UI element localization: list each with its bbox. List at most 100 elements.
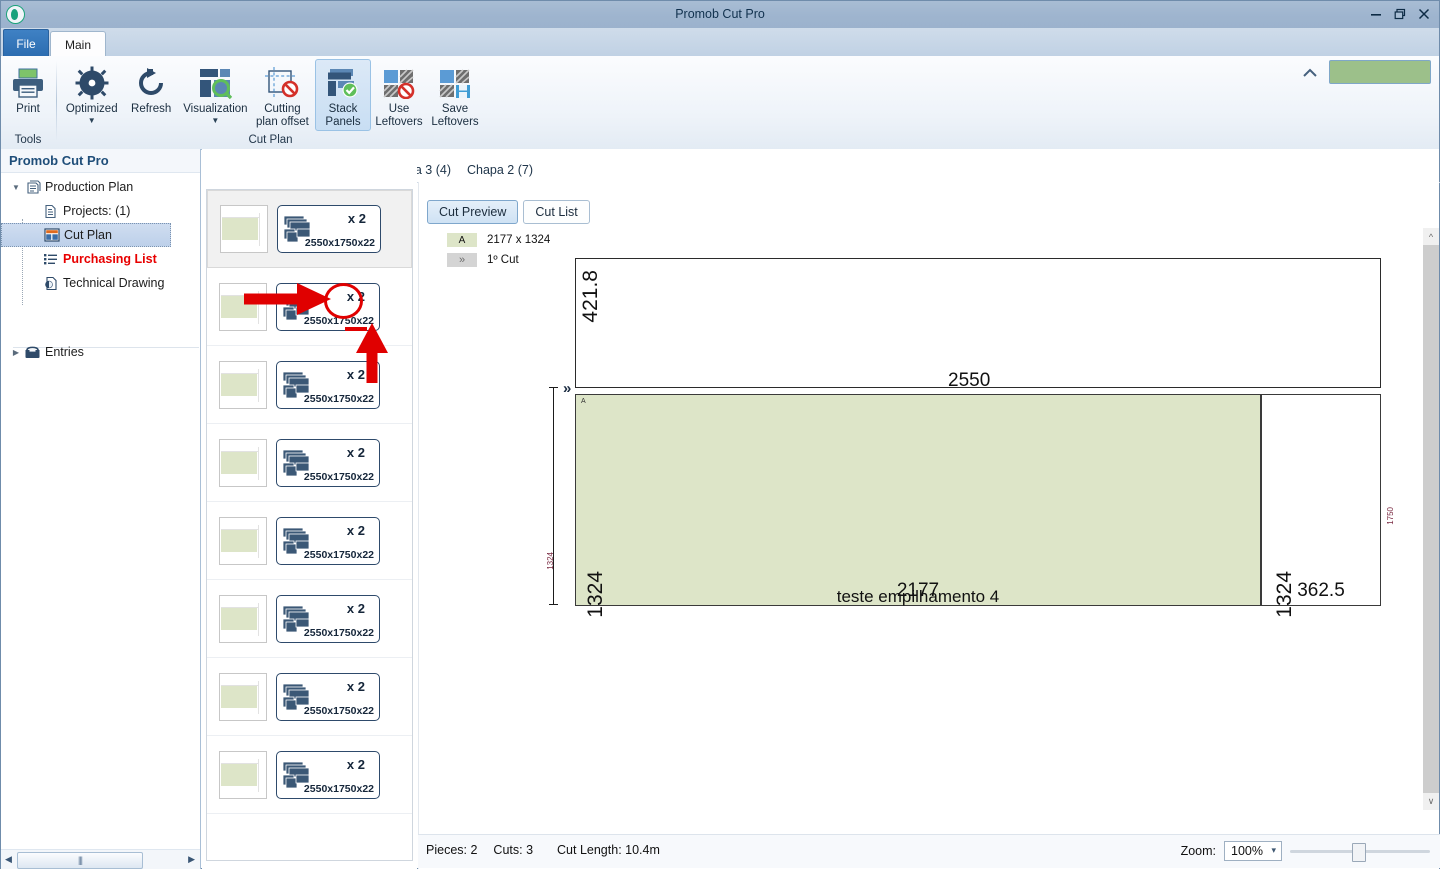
chevron-down-icon[interactable]: ▾ [1271, 845, 1276, 856]
panel-quantity: x 2 [346, 678, 365, 694]
chevron-down-icon[interactable]: ▼ [211, 116, 219, 125]
scroll-down-icon[interactable]: ∨ [1423, 793, 1439, 810]
list-item[interactable]: x 2 2550x1750x22 [207, 268, 412, 346]
sidebar-item-entries[interactable]: ▶ Entries [1, 340, 200, 364]
panel-dimensions: 2550x1750x22 [303, 626, 374, 639]
thumb-line [258, 602, 259, 636]
use-leftovers-button[interactable]: Use Leftovers [371, 59, 427, 129]
drawing-canvas[interactable]: 421.8 2550 1324 » A 1324 teste empilhame… [419, 182, 1419, 827]
panel-quantity: x 2 [346, 366, 365, 382]
panel-thumbnail [219, 282, 267, 331]
list-item[interactable]: x 2 2550x1750x22 [207, 190, 412, 268]
panel-card[interactable]: x 2 2550x1750x22 [276, 672, 380, 721]
list-item[interactable]: x 2 2550x1750x22 [207, 658, 412, 736]
close-icon[interactable] [1413, 4, 1435, 24]
sidebar-horizontal-scrollbar[interactable]: ◀ ▶ [1, 849, 200, 869]
panel-card[interactable]: x 2 2550x1750x22 [276, 750, 380, 799]
thumb-line [258, 524, 259, 558]
sidebar-item-production-plan[interactable]: ▼ Production Plan [1, 175, 200, 199]
zoom-value: 100% [1231, 844, 1263, 858]
sidebar-item-label: Cut Plan [64, 228, 112, 242]
visualization-icon [198, 63, 233, 103]
tab-chapa-2[interactable]: Chapa 2 (7) [452, 157, 548, 183]
status-pieces: Pieces: 2 [426, 843, 478, 857]
zoom-select[interactable]: 100% ▾ [1224, 841, 1282, 861]
refresh-button[interactable]: Refresh [121, 59, 180, 117]
status-bar: Pieces: 2 Cuts: 3 Cut Length: 10.4m Zoom… [418, 834, 1440, 868]
ribbon-group-cut-plan: Optimized ▼ Refresh Visualization ▼ Cutt… [58, 56, 483, 149]
list-item[interactable]: x 2 2550x1750x22 [207, 580, 412, 658]
expand-collapse-icon[interactable]: ▶ [9, 348, 23, 357]
sidebar-item-technical-drawing[interactable]: Technical Drawing [1, 271, 200, 295]
restore-icon[interactable] [1389, 4, 1411, 24]
panel-list[interactable]: x 2 2550x1750x22 x 2 2550x1750x22 x 2 25… [206, 189, 413, 861]
optimized-button[interactable]: Optimized ▼ [62, 59, 121, 126]
sidebar-item-cut-plan[interactable]: Cut Plan [1, 223, 171, 247]
visualization-button[interactable]: Visualization ▼ [181, 59, 250, 126]
panel-card[interactable]: x 2 2550x1750x22 [276, 516, 380, 565]
sidebar-tree: ▼ Production Plan Projects: (1) Cut Plan… [1, 175, 200, 364]
thumb-line [258, 368, 259, 402]
window-title: Promob Cut Pro [675, 7, 765, 21]
chevron-down-icon[interactable]: ▼ [88, 116, 96, 125]
panel-card[interactable]: x 2 2550x1750x22 [276, 438, 380, 487]
refresh-label: Refresh [131, 103, 172, 115]
panel-card[interactable]: x 2 2550x1750x22 [277, 205, 381, 253]
piece-width-dimension: 2177 [896, 580, 940, 601]
cutting-plan-offset-button[interactable]: Cutting plan offset [250, 59, 315, 129]
print-label: Print [16, 103, 40, 115]
ribbon-group-tools: Print Tools [1, 56, 55, 149]
panel-thumbnail [219, 750, 267, 799]
print-button[interactable]: Print [0, 59, 56, 117]
save-leftovers-button[interactable]: Save Leftovers [427, 59, 483, 129]
sidebar-item-purchasing-list[interactable]: Purchasing List [1, 247, 200, 271]
use-leftovers-label: Use Leftovers [375, 103, 423, 128]
ribbon-group-tools-label: Tools [14, 134, 42, 146]
dimension-top-offcut-height: 421.8 [579, 270, 602, 323]
piece-a[interactable]: A 1324 teste empilhamento 4 2177 [575, 394, 1261, 618]
minimize-icon[interactable] [1365, 4, 1387, 24]
slider-knob[interactable] [1352, 843, 1366, 862]
list-item[interactable]: x 2 2550x1750x22 [207, 346, 412, 424]
sidebar-item-label: Projects: (1) [63, 204, 131, 218]
scroll-left-icon[interactable]: ◀ [5, 854, 12, 865]
sidebar-item-label: Production Plan [45, 180, 134, 194]
panel-quantity: x 2 [347, 211, 366, 226]
zoom-slider[interactable] [1290, 842, 1430, 862]
panel-card[interactable]: x 2 2550x1750x22 [276, 360, 380, 409]
expand-collapse-icon[interactable]: ▼ [9, 183, 23, 192]
scrollbar-thumb[interactable] [1423, 245, 1439, 793]
panel-thumbnail [219, 438, 267, 487]
right-offcut[interactable]: 1324 362.5 [1261, 394, 1381, 618]
cut-plan-icon [42, 227, 61, 243]
cutting-plan-offset-label: Cutting plan offset [255, 103, 309, 128]
canvas-vertical-scrollbar[interactable]: ^ ∨ [1423, 228, 1439, 810]
title-bar: Promob Cut Pro [1, 1, 1439, 29]
panel-dimensions: 2550x1750x22 [303, 392, 374, 405]
stack-panels-button[interactable]: Stack Panels [315, 59, 371, 131]
thumb-piece [222, 218, 258, 240]
tab-file[interactable]: File [3, 29, 49, 57]
list-item[interactable]: x 2 2550x1750x22 [207, 736, 412, 814]
status-metrics: Pieces: 2 Cuts: 3 Cut Length: 10.4m [426, 843, 660, 857]
thumb-line [258, 290, 259, 324]
scroll-right-icon[interactable]: ▶ [188, 854, 195, 865]
tab-main[interactable]: Main [50, 31, 106, 57]
thumb-piece [221, 373, 257, 396]
list-item[interactable]: x 2 2550x1750x22 [207, 502, 412, 580]
thumb-line [259, 213, 260, 246]
save-leftovers-icon [438, 63, 472, 103]
thumb-line [258, 680, 259, 714]
ribbon-green-indicator[interactable] [1329, 60, 1431, 84]
panel-card[interactable]: x 2 2550x1750x22 [276, 594, 380, 643]
scrollbar-thumb[interactable] [17, 852, 143, 869]
sidebar-item-projects[interactable]: Projects: (1) [1, 199, 200, 223]
list-item[interactable]: x 2 2550x1750x22 [207, 424, 412, 502]
chevron-up-icon[interactable] [1301, 66, 1319, 82]
entries-box-icon [23, 344, 42, 360]
panel-thumbnail [219, 594, 267, 643]
panel-dimensions: 2550x1750x22 [303, 782, 374, 795]
panel-dimensions: 2550x1750x22 [304, 237, 375, 249]
scroll-up-icon[interactable]: ^ [1423, 228, 1439, 245]
annotation-circle-quantity [324, 283, 363, 319]
